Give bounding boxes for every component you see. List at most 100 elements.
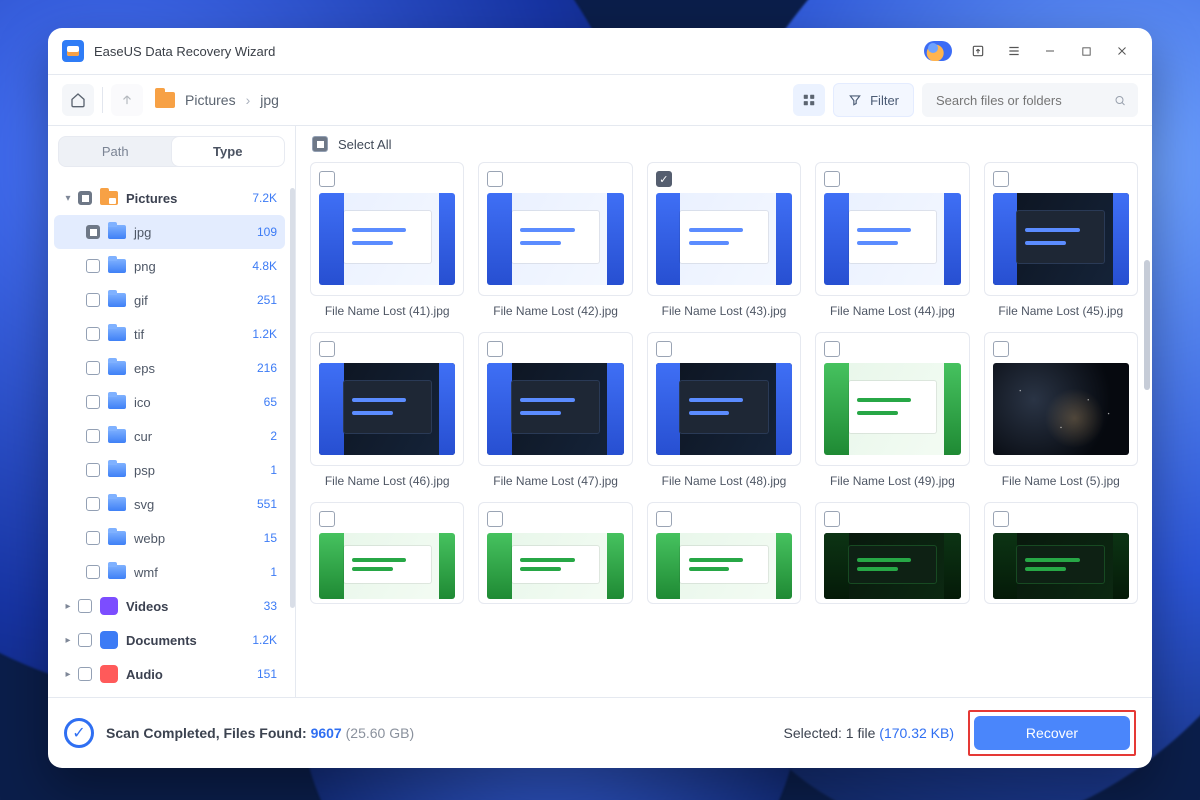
select-all-checkbox[interactable] bbox=[312, 136, 328, 152]
file-card[interactable]: File Name Lost (49).jpg bbox=[815, 332, 969, 488]
file-checkbox[interactable] bbox=[993, 511, 1009, 527]
share-button[interactable] bbox=[962, 38, 994, 64]
file-checkbox[interactable] bbox=[319, 171, 335, 187]
chevron-right-icon: ▸ bbox=[62, 601, 74, 612]
tree-item-label: ico bbox=[134, 395, 151, 410]
app-window: EaseUS Data Recovery Wizard Pictures bbox=[48, 28, 1152, 768]
tree-item-jpg[interactable]: jpg109 bbox=[54, 215, 285, 249]
tree-item-svg[interactable]: svg551 bbox=[54, 487, 285, 521]
home-button[interactable] bbox=[62, 84, 94, 116]
menu-button[interactable] bbox=[998, 38, 1030, 64]
tree-item-count: 551 bbox=[257, 497, 277, 511]
up-folder-button[interactable] bbox=[111, 84, 143, 116]
tree-item-ico[interactable]: ico65 bbox=[54, 385, 285, 419]
tree-item-wmf[interactable]: wmf1 bbox=[54, 555, 285, 589]
tree-pictures[interactable]: ▾ Pictures 7.2K bbox=[54, 181, 285, 215]
file-checkbox[interactable] bbox=[656, 341, 672, 357]
tree-item-count: 216 bbox=[257, 361, 277, 375]
window-maximize-button[interactable] bbox=[1070, 38, 1102, 64]
tree-item-label: gif bbox=[134, 293, 148, 308]
window-close-button[interactable] bbox=[1106, 38, 1138, 64]
file-checkbox[interactable] bbox=[824, 511, 840, 527]
recover-button[interactable]: Recover bbox=[974, 716, 1130, 750]
file-checkbox[interactable] bbox=[993, 341, 1009, 357]
checkbox[interactable] bbox=[86, 395, 100, 409]
file-card[interactable] bbox=[647, 502, 801, 604]
select-all-row[interactable]: Select All bbox=[296, 126, 1152, 162]
sidebar-tabs: Path Type bbox=[58, 136, 285, 167]
filter-button[interactable]: Filter bbox=[833, 83, 914, 117]
file-checkbox[interactable] bbox=[319, 341, 335, 357]
file-checkbox[interactable] bbox=[487, 171, 503, 187]
tree-category-documents[interactable]: ▸Documents1.2K bbox=[54, 623, 285, 657]
checkbox[interactable] bbox=[86, 293, 100, 307]
checkbox[interactable] bbox=[86, 225, 100, 239]
file-card[interactable]: File Name Lost (5).jpg bbox=[984, 332, 1138, 488]
tree-item-png[interactable]: png4.8K bbox=[54, 249, 285, 283]
file-checkbox[interactable] bbox=[656, 511, 672, 527]
file-card[interactable]: File Name Lost (47).jpg bbox=[478, 332, 632, 488]
file-card[interactable] bbox=[815, 502, 969, 604]
folder-icon bbox=[108, 395, 126, 409]
window-minimize-button[interactable] bbox=[1034, 38, 1066, 64]
tree-item-gif[interactable]: gif251 bbox=[54, 283, 285, 317]
checkbox[interactable] bbox=[86, 327, 100, 341]
sidebar-scrollbar[interactable] bbox=[290, 188, 295, 608]
file-card[interactable]: File Name Lost (42).jpg bbox=[478, 162, 632, 318]
app-logo-icon bbox=[62, 40, 84, 62]
chevron-down-icon: ▾ bbox=[62, 193, 74, 204]
checkbox[interactable] bbox=[86, 463, 100, 477]
file-checkbox[interactable]: ✓ bbox=[656, 171, 672, 187]
search-input[interactable] bbox=[934, 92, 1114, 109]
file-checkbox[interactable] bbox=[993, 171, 1009, 187]
scan-complete-icon: ✓ bbox=[64, 718, 94, 748]
checkbox[interactable] bbox=[86, 361, 100, 375]
tree-category-videos[interactable]: ▸Videos33 bbox=[54, 589, 285, 623]
checkbox[interactable] bbox=[86, 429, 100, 443]
tree-item-psp[interactable]: psp1 bbox=[54, 453, 285, 487]
view-grid-button[interactable] bbox=[793, 84, 825, 116]
tab-path[interactable]: Path bbox=[59, 137, 172, 166]
file-name: File Name Lost (42).jpg bbox=[478, 304, 632, 318]
file-card[interactable] bbox=[984, 502, 1138, 604]
file-checkbox[interactable] bbox=[487, 341, 503, 357]
breadcrumb-root[interactable]: Pictures bbox=[185, 92, 236, 108]
file-card[interactable]: File Name Lost (44).jpg bbox=[815, 162, 969, 318]
file-card[interactable]: File Name Lost (41).jpg bbox=[310, 162, 464, 318]
file-name: File Name Lost (44).jpg bbox=[815, 304, 969, 318]
tree: ▾ Pictures 7.2K jpg109png4.8Kgif251tif1.… bbox=[48, 177, 295, 697]
file-checkbox[interactable] bbox=[487, 511, 503, 527]
breadcrumb-child[interactable]: jpg bbox=[260, 92, 279, 108]
file-card[interactable]: File Name Lost (46).jpg bbox=[310, 332, 464, 488]
search-box[interactable] bbox=[922, 83, 1138, 117]
tree-item-webp[interactable]: webp15 bbox=[54, 521, 285, 555]
file-card[interactable] bbox=[478, 502, 632, 604]
checkbox[interactable] bbox=[78, 667, 92, 681]
file-checkbox[interactable] bbox=[824, 341, 840, 357]
file-checkbox[interactable] bbox=[319, 511, 335, 527]
file-card[interactable]: ✓File Name Lost (43).jpg bbox=[647, 162, 801, 318]
file-card[interactable]: File Name Lost (45).jpg bbox=[984, 162, 1138, 318]
tree-category-audio[interactable]: ▸Audio151 bbox=[54, 657, 285, 691]
file-name: File Name Lost (41).jpg bbox=[310, 304, 464, 318]
tree-item-cur[interactable]: cur2 bbox=[54, 419, 285, 453]
tree-item-count: 1 bbox=[270, 463, 277, 477]
checkbox[interactable] bbox=[78, 633, 92, 647]
tree-item-tif[interactable]: tif1.2K bbox=[54, 317, 285, 351]
file-card[interactable]: File Name Lost (48).jpg bbox=[647, 332, 801, 488]
content-scrollbar[interactable] bbox=[1144, 260, 1150, 390]
checkbox[interactable] bbox=[86, 531, 100, 545]
checkbox[interactable] bbox=[86, 565, 100, 579]
tree-item-count: 1.2K bbox=[252, 327, 277, 341]
folder-icon bbox=[108, 259, 126, 273]
checkbox[interactable] bbox=[86, 259, 100, 273]
checkbox[interactable] bbox=[78, 599, 92, 613]
cloud-upgrade-icon[interactable] bbox=[924, 41, 952, 61]
tab-type[interactable]: Type bbox=[171, 136, 286, 167]
tree-item-eps[interactable]: eps216 bbox=[54, 351, 285, 385]
checkbox[interactable] bbox=[86, 497, 100, 511]
folder-icon bbox=[108, 327, 126, 341]
checkbox[interactable] bbox=[78, 191, 92, 205]
file-card[interactable] bbox=[310, 502, 464, 604]
file-checkbox[interactable] bbox=[824, 171, 840, 187]
